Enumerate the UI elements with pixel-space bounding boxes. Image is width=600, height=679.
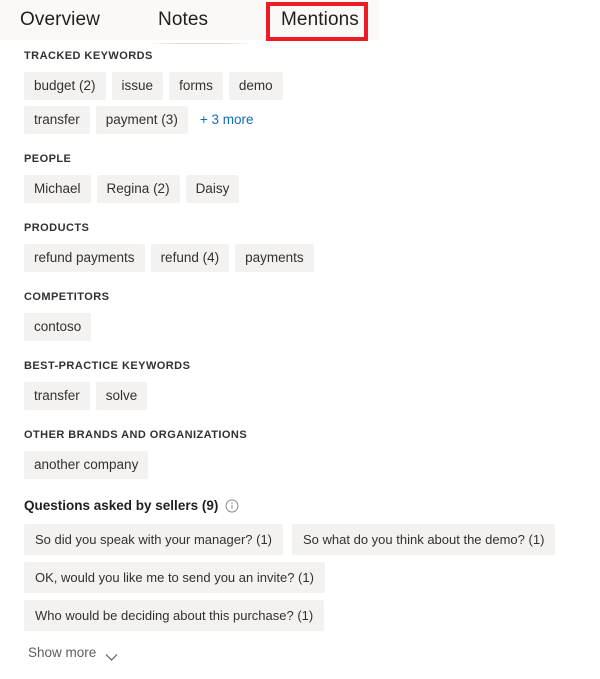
competitor-chip[interactable]: contoso bbox=[24, 313, 92, 341]
chip-row: another company bbox=[24, 451, 324, 479]
questions-title: Questions asked by sellers (9) bbox=[24, 498, 219, 513]
product-chip[interactable]: refund (4) bbox=[150, 244, 230, 272]
section-label: BEST-PRACTICE KEYWORDS bbox=[24, 360, 191, 372]
keyword-chip[interactable]: payment (3) bbox=[95, 106, 188, 134]
section-label: OTHER BRANDS AND ORGANIZATIONS bbox=[24, 429, 248, 441]
questions-asked-by-sellers: Questions asked by sellers (9) So did yo… bbox=[24, 497, 600, 676]
show-more-button[interactable]: Show more bbox=[26, 640, 120, 666]
person-chip[interactable]: Regina (2) bbox=[96, 175, 180, 203]
best-practice-chip[interactable]: transfer bbox=[24, 382, 90, 410]
section-label: PRODUCTS bbox=[24, 222, 90, 234]
section-tracked-keywords: TRACKED KEYWORDS budget (2) issue forms … bbox=[24, 49, 600, 134]
best-practice-chip[interactable]: solve bbox=[95, 382, 148, 410]
section-best-practice-keywords: BEST-PRACTICE KEYWORDS transfer solve bbox=[24, 359, 600, 410]
show-more-keywords-link[interactable]: + 3 more bbox=[194, 106, 256, 134]
section-label: COMPETITORS bbox=[24, 291, 110, 303]
chip-row: contoso bbox=[24, 313, 324, 341]
question-chip-row: OK, would you like me to send you an inv… bbox=[24, 562, 586, 631]
keyword-chip[interactable]: transfer bbox=[24, 106, 90, 134]
section-label: PEOPLE bbox=[24, 153, 72, 165]
question-chip-row: So did you speak with your manager? (1) … bbox=[24, 524, 586, 555]
tab-notes[interactable]: Notes bbox=[158, 0, 208, 40]
chevron-down-icon bbox=[105, 649, 118, 661]
question-chip[interactable]: Who would be deciding about this purchas… bbox=[24, 600, 325, 631]
chip-row: transfer solve bbox=[24, 382, 324, 410]
keyword-chip[interactable]: issue bbox=[111, 72, 164, 100]
chip-row: budget (2) issue forms demo transfer pay… bbox=[24, 72, 324, 134]
keyword-chip[interactable]: demo bbox=[228, 72, 283, 100]
info-circle-icon[interactable] bbox=[225, 499, 239, 513]
tab-mentions[interactable]: Mentions bbox=[281, 0, 359, 40]
question-chip[interactable]: So what do you think about the demo? (1) bbox=[292, 524, 556, 555]
chip-row: Michael Regina (2) Daisy bbox=[24, 175, 324, 203]
brand-chip[interactable]: another company bbox=[24, 451, 149, 479]
section-other-brands: OTHER BRANDS AND ORGANIZATIONS another c… bbox=[24, 428, 600, 479]
tab-bar: Overview Notes Mentions bbox=[0, 0, 600, 41]
person-chip[interactable]: Daisy bbox=[185, 175, 240, 203]
questions-header: Questions asked by sellers (9) bbox=[24, 497, 600, 515]
section-products: PRODUCTS refund payments refund (4) paym… bbox=[24, 221, 600, 272]
section-people: PEOPLE Michael Regina (2) Daisy bbox=[24, 152, 600, 203]
mentions-panel: Overview Notes Mentions TRACKED KEYWORDS… bbox=[0, 0, 600, 679]
tab-underline-divider bbox=[148, 43, 253, 44]
chip-row: refund payments refund (4) payments bbox=[24, 244, 324, 272]
keyword-chip[interactable]: forms bbox=[169, 72, 223, 100]
tab-overview[interactable]: Overview bbox=[20, 0, 100, 40]
mentions-content: TRACKED KEYWORDS budget (2) issue forms … bbox=[0, 49, 600, 679]
section-label: TRACKED KEYWORDS bbox=[24, 50, 153, 62]
show-more-label: Show more bbox=[28, 645, 97, 660]
section-competitors: COMPETITORS contoso bbox=[24, 290, 600, 341]
question-chip[interactable]: So did you speak with your manager? (1) bbox=[24, 524, 284, 555]
keyword-chip[interactable]: budget (2) bbox=[24, 72, 106, 100]
question-chip[interactable]: OK, would you like me to send you an inv… bbox=[24, 562, 325, 593]
product-chip[interactable]: payments bbox=[235, 244, 314, 272]
product-chip[interactable]: refund payments bbox=[24, 244, 145, 272]
person-chip[interactable]: Michael bbox=[24, 175, 91, 203]
